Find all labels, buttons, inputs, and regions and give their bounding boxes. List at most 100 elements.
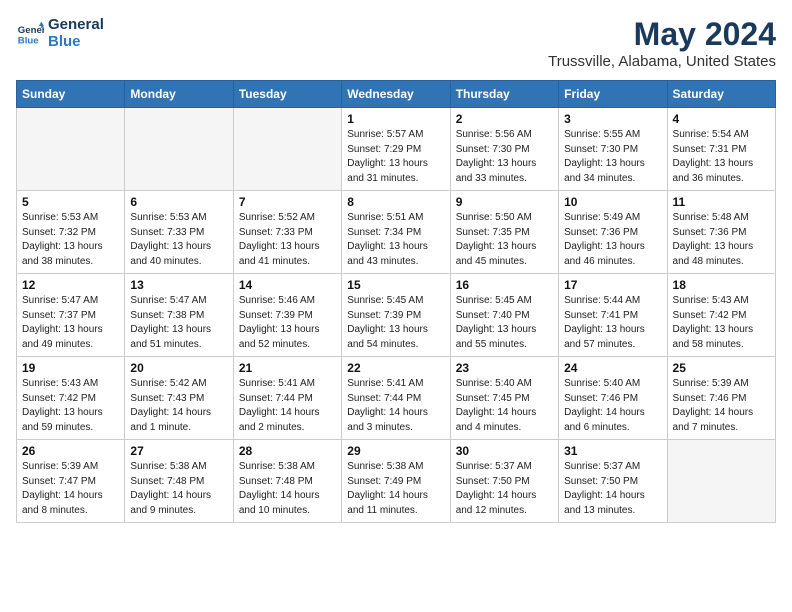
weekday-header-monday: Monday xyxy=(125,81,233,108)
calendar-cell: 1 Sunrise: 5:57 AMSunset: 7:29 PMDaylight… xyxy=(342,108,450,191)
calendar-cell: 23Sunrise: 5:40 AMSunset: 7:45 PMDayligh… xyxy=(450,357,558,440)
svg-text:General: General xyxy=(18,25,44,36)
calendar-cell: 16 Sunrise: 5:45 AMSunset: 7:40 PMDayligh… xyxy=(450,274,558,357)
weekday-header-friday: Friday xyxy=(559,81,667,108)
day-number: 10 xyxy=(564,195,661,209)
day-info: Sunrise: 5:55 AMSunset: 7:30 PMDaylight:… xyxy=(564,128,661,186)
day-number: 29 xyxy=(347,444,444,458)
day-number: 31 xyxy=(564,444,661,458)
day-info: Sunrise: 5:40 AMSunset: 7:46 PMDaylight:… xyxy=(564,377,661,435)
calendar-cell: 21 Sunrise: 5:41 AMSunset: 7:44 PMDayligh… xyxy=(233,357,341,440)
day-number: 27 xyxy=(130,444,227,458)
day-info: Sunrise: 5:38 AMSunset: 7:49 PMDaylight:… xyxy=(347,460,444,518)
calendar-subtitle: Trussville, Alabama, United States xyxy=(548,53,776,70)
calendar-cell: 5 Sunrise: 5:53 AMSunset: 7:32 PMDaylight… xyxy=(17,191,125,274)
calendar-cell: 28Sunrise: 5:38 AMSunset: 7:48 PMDayligh… xyxy=(233,440,341,523)
day-number: 22 xyxy=(347,361,444,375)
calendar-cell: 27 Sunrise: 5:38 AMSunset: 7:48 PMDayligh… xyxy=(125,440,233,523)
day-info: Sunrise: 5:51 AMSunset: 7:34 PMDaylight:… xyxy=(347,211,444,269)
day-number: 7 xyxy=(239,195,336,209)
day-info: Sunrise: 5:49 AMSunset: 7:36 PMDaylight:… xyxy=(564,211,661,269)
calendar-cell: 17 Sunrise: 5:44 AMSunset: 7:41 PMDayligh… xyxy=(559,274,667,357)
page-header: General Blue General Blue May 2024 Truss… xyxy=(16,16,776,70)
title-block: May 2024 Trussville, Alabama, United Sta… xyxy=(548,16,776,70)
day-info: Sunrise: 5:38 AMSunset: 7:48 PMDaylight:… xyxy=(130,460,227,518)
day-number: 13 xyxy=(130,278,227,292)
day-info: Sunrise: 5:45 AMSunset: 7:39 PMDaylight:… xyxy=(347,294,444,352)
calendar-cell: 12Sunrise: 5:47 AMSunset: 7:37 PMDayligh… xyxy=(17,274,125,357)
calendar-cell: 14 Sunrise: 5:46 AMSunset: 7:39 PMDayligh… xyxy=(233,274,341,357)
calendar-cell: 31 Sunrise: 5:37 AMSunset: 7:50 PMDayligh… xyxy=(559,440,667,523)
weekday-header-wednesday: Wednesday xyxy=(342,81,450,108)
day-number: 3 xyxy=(564,112,661,126)
day-info: Sunrise: 5:48 AMSunset: 7:36 PMDaylight:… xyxy=(673,211,770,269)
weekday-header-thursday: Thursday xyxy=(450,81,558,108)
calendar-title: May 2024 xyxy=(548,16,776,53)
calendar-cell: 26Sunrise: 5:39 AMSunset: 7:47 PMDayligh… xyxy=(17,440,125,523)
calendar-cell: 7Sunrise: 5:52 AMSunset: 7:33 PMDaylight… xyxy=(233,191,341,274)
calendar-cell: 2 Sunrise: 5:56 AMSunset: 7:30 PMDaylight… xyxy=(450,108,558,191)
day-number: 4 xyxy=(673,112,770,126)
calendar-header: SundayMondayTuesdayWednesdayThursdayFrid… xyxy=(17,81,776,108)
calendar-cell: 4 Sunrise: 5:54 AMSunset: 7:31 PMDaylight… xyxy=(667,108,775,191)
day-number: 1 xyxy=(347,112,444,126)
calendar-cell: 9Sunrise: 5:50 AMSunset: 7:35 PMDaylight… xyxy=(450,191,558,274)
calendar-cell: 15 Sunrise: 5:45 AMSunset: 7:39 PMDayligh… xyxy=(342,274,450,357)
day-info: Sunrise: 5:37 AMSunset: 7:50 PMDaylight:… xyxy=(456,460,553,518)
day-number: 25 xyxy=(673,361,770,375)
day-info: Sunrise: 5:39 AMSunset: 7:47 PMDaylight:… xyxy=(22,460,119,518)
day-info: Sunrise: 5:44 AMSunset: 7:41 PMDaylight:… xyxy=(564,294,661,352)
day-info: Sunrise: 5:37 AMSunset: 7:50 PMDaylight:… xyxy=(564,460,661,518)
calendar-cell: 11Sunrise: 5:48 AMSunset: 7:36 PMDayligh… xyxy=(667,191,775,274)
weekday-header-tuesday: Tuesday xyxy=(233,81,341,108)
calendar-table: SundayMondayTuesdayWednesdayThursdayFrid… xyxy=(16,80,776,523)
day-info: Sunrise: 5:47 AMSunset: 7:37 PMDaylight:… xyxy=(22,294,119,352)
calendar-cell xyxy=(125,108,233,191)
day-info: Sunrise: 5:41 AMSunset: 7:44 PMDaylight:… xyxy=(347,377,444,435)
day-info: Sunrise: 5:54 AMSunset: 7:31 PMDaylight:… xyxy=(673,128,770,186)
calendar-cell: 25 Sunrise: 5:39 AMSunset: 7:46 PMDayligh… xyxy=(667,357,775,440)
day-info: Sunrise: 5:56 AMSunset: 7:30 PMDaylight:… xyxy=(456,128,553,186)
calendar-cell: 3 Sunrise: 5:55 AMSunset: 7:30 PMDaylight… xyxy=(559,108,667,191)
day-number: 19 xyxy=(22,361,119,375)
day-number: 20 xyxy=(130,361,227,375)
day-info: Sunrise: 5:57 AMSunset: 7:29 PMDaylight:… xyxy=(347,128,444,186)
calendar-cell xyxy=(233,108,341,191)
day-info: Sunrise: 5:41 AMSunset: 7:44 PMDaylight:… xyxy=(239,377,336,435)
calendar-cell xyxy=(667,440,775,523)
calendar-cell xyxy=(17,108,125,191)
svg-text:Blue: Blue xyxy=(18,36,39,47)
calendar-cell: 19 Sunrise: 5:43 AMSunset: 7:42 PMDayligh… xyxy=(17,357,125,440)
day-info: Sunrise: 5:39 AMSunset: 7:46 PMDaylight:… xyxy=(673,377,770,435)
calendar-cell: 20 Sunrise: 5:42 AMSunset: 7:43 PMDayligh… xyxy=(125,357,233,440)
day-number: 6 xyxy=(130,195,227,209)
day-number: 21 xyxy=(239,361,336,375)
weekday-header-saturday: Saturday xyxy=(667,81,775,108)
day-number: 17 xyxy=(564,278,661,292)
day-number: 30 xyxy=(456,444,553,458)
day-info: Sunrise: 5:53 AMSunset: 7:33 PMDaylight:… xyxy=(130,211,227,269)
day-info: Sunrise: 5:43 AMSunset: 7:42 PMDaylight:… xyxy=(22,377,119,435)
calendar-cell: 6 Sunrise: 5:53 AMSunset: 7:33 PMDaylight… xyxy=(125,191,233,274)
day-info: Sunrise: 5:45 AMSunset: 7:40 PMDaylight:… xyxy=(456,294,553,352)
day-number: 5 xyxy=(22,195,119,209)
day-number: 28 xyxy=(239,444,336,458)
logo: General Blue General Blue xyxy=(16,16,104,51)
logo-line1: General xyxy=(48,16,104,33)
day-number: 24 xyxy=(564,361,661,375)
day-info: Sunrise: 5:42 AMSunset: 7:43 PMDaylight:… xyxy=(130,377,227,435)
calendar-cell: 18Sunrise: 5:43 AMSunset: 7:42 PMDayligh… xyxy=(667,274,775,357)
day-info: Sunrise: 5:46 AMSunset: 7:39 PMDaylight:… xyxy=(239,294,336,352)
day-number: 2 xyxy=(456,112,553,126)
day-number: 16 xyxy=(456,278,553,292)
calendar-cell: 22 Sunrise: 5:41 AMSunset: 7:44 PMDayligh… xyxy=(342,357,450,440)
day-number: 23 xyxy=(456,361,553,375)
calendar-cell: 13Sunrise: 5:47 AMSunset: 7:38 PMDayligh… xyxy=(125,274,233,357)
day-number: 14 xyxy=(239,278,336,292)
day-number: 8 xyxy=(347,195,444,209)
day-number: 15 xyxy=(347,278,444,292)
calendar-cell: 29 Sunrise: 5:38 AMSunset: 7:49 PMDayligh… xyxy=(342,440,450,523)
logo-icon: General Blue xyxy=(16,19,44,47)
day-info: Sunrise: 5:53 AMSunset: 7:32 PMDaylight:… xyxy=(22,211,119,269)
calendar-cell: 30 Sunrise: 5:37 AMSunset: 7:50 PMDayligh… xyxy=(450,440,558,523)
